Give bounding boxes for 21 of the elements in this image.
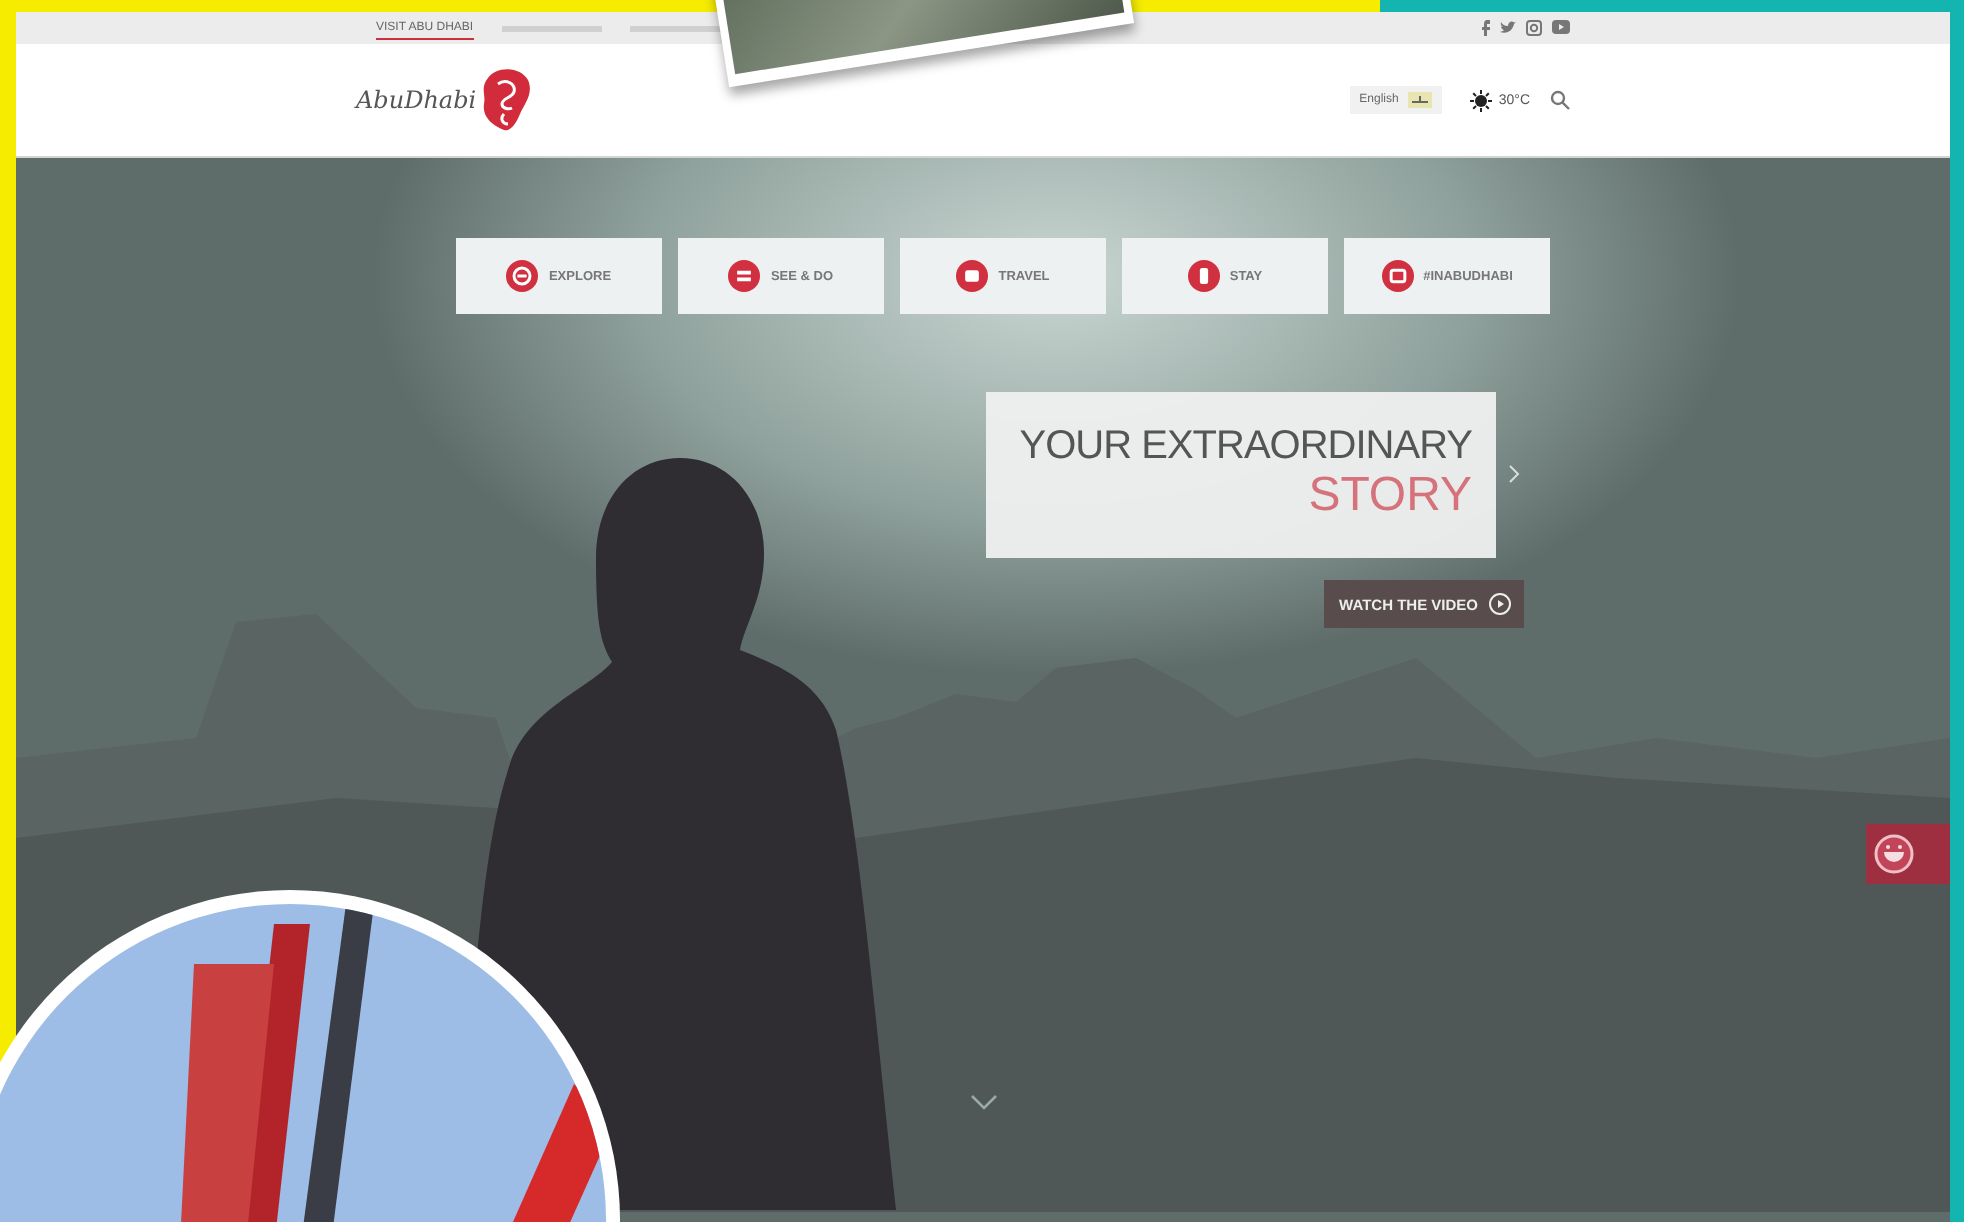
smiley-icon (1874, 834, 1914, 874)
headline-text: YOUR EXTRAORDINARY (1019, 424, 1472, 470)
nav-icon (956, 260, 989, 292)
logo-emblem-icon[interactable] (480, 66, 533, 134)
logo-text[interactable]: AbuDhabi (356, 86, 477, 114)
nav-icon (1187, 260, 1220, 292)
feedback-tab[interactable] (1866, 824, 1950, 884)
nav-icon (1381, 260, 1414, 292)
camera-icon[interactable] (1526, 20, 1542, 36)
flag-icon (1408, 92, 1433, 108)
nav-icon (728, 260, 761, 292)
facebook-icon[interactable] (1478, 20, 1490, 36)
nav-icon (506, 260, 539, 292)
play-icon[interactable] (1552, 20, 1570, 34)
chevron-down-icon[interactable] (970, 1094, 998, 1110)
headline-accent-text: STORY (1308, 470, 1472, 523)
play-icon (1488, 592, 1512, 616)
sun-icon (1470, 89, 1493, 111)
search-icon[interactable] (1550, 90, 1570, 110)
chevron-right-icon[interactable] (1508, 464, 1520, 484)
bird-icon[interactable] (1500, 20, 1516, 36)
